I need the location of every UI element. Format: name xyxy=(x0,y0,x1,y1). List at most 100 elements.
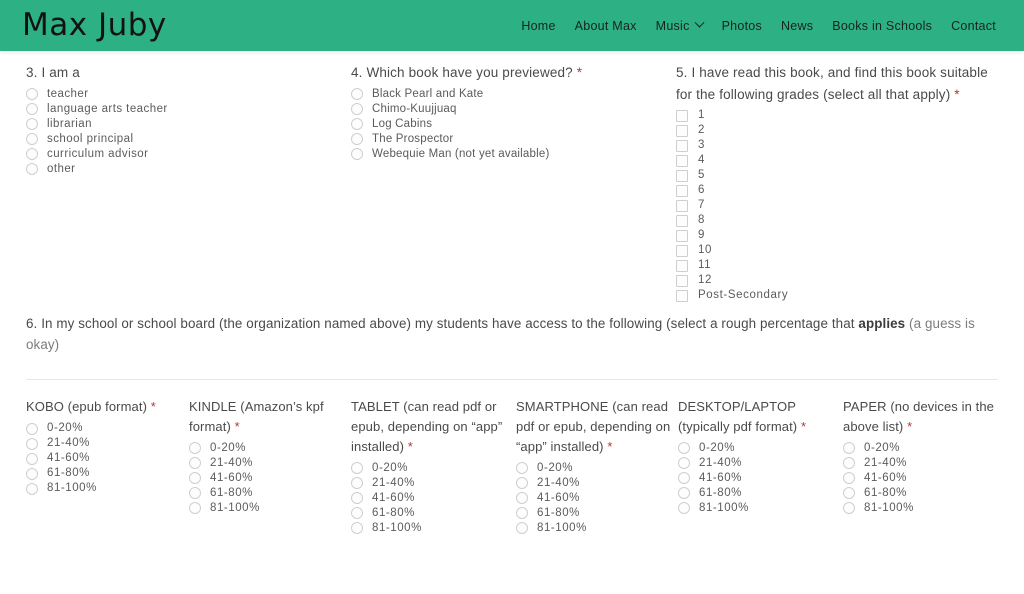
radio-option-curriculum-advisor[interactable]: curriculum advisor xyxy=(26,147,351,162)
radio-icon[interactable] xyxy=(26,467,38,480)
radio-option-kindle-81-100[interactable]: 81-100% xyxy=(189,501,351,516)
checkbox-option-post-secondary[interactable]: Post-Secondary xyxy=(676,289,1006,304)
radio-option-smartphone-81-100[interactable]: 81-100% xyxy=(516,521,678,536)
radio-option-kindle-0-20[interactable]: 0-20% xyxy=(189,441,351,456)
radio-option-paper-81-100[interactable]: 81-100% xyxy=(843,501,1006,516)
checkbox-option-grade-10[interactable]: 10 xyxy=(676,244,1006,259)
radio-icon[interactable] xyxy=(351,88,363,101)
radio-icon[interactable] xyxy=(351,462,363,475)
radio-option-log-cabins[interactable]: Log Cabins xyxy=(351,117,676,132)
checkbox-icon[interactable] xyxy=(676,290,688,303)
radio-icon[interactable] xyxy=(351,522,363,535)
checkbox-option-grade-11[interactable]: 11 xyxy=(676,259,1006,274)
radio-icon[interactable] xyxy=(351,507,363,520)
radio-option-chimo-kuujjuaq[interactable]: Chimo-Kuujjuaq xyxy=(351,102,676,117)
checkbox-icon[interactable] xyxy=(676,245,688,258)
radio-option-smartphone-0-20[interactable]: 0-20% xyxy=(516,461,678,476)
radio-icon[interactable] xyxy=(351,477,363,490)
radio-icon[interactable] xyxy=(26,163,38,176)
radio-icon[interactable] xyxy=(26,452,38,465)
nav-item-news[interactable]: News xyxy=(781,19,813,33)
checkbox-option-grade-7[interactable]: 7 xyxy=(676,199,1006,214)
radio-option-tablet-0-20[interactable]: 0-20% xyxy=(351,461,516,476)
radio-icon[interactable] xyxy=(678,472,690,485)
radio-option-paper-41-60[interactable]: 41-60% xyxy=(843,471,1006,486)
radio-icon[interactable] xyxy=(26,88,38,101)
radio-icon[interactable] xyxy=(189,487,201,500)
radio-option-webequie-man[interactable]: Webequie Man (not yet available) xyxy=(351,147,676,162)
nav-item-music[interactable]: Music xyxy=(656,17,705,33)
radio-icon[interactable] xyxy=(26,118,38,131)
radio-icon[interactable] xyxy=(26,148,38,161)
radio-option-desktop-21-40[interactable]: 21-40% xyxy=(678,456,843,471)
radio-icon[interactable] xyxy=(351,492,363,505)
radio-icon[interactable] xyxy=(516,492,528,505)
radio-option-kobo-81-100[interactable]: 81-100% xyxy=(26,481,189,496)
radio-icon[interactable] xyxy=(678,487,690,500)
radio-option-kindle-21-40[interactable]: 21-40% xyxy=(189,456,351,471)
radio-icon[interactable] xyxy=(678,442,690,455)
checkbox-option-grade-3[interactable]: 3 xyxy=(676,139,1006,154)
radio-option-smartphone-41-60[interactable]: 41-60% xyxy=(516,491,678,506)
checkbox-option-grade-9[interactable]: 9 xyxy=(676,229,1006,244)
radio-icon[interactable] xyxy=(678,502,690,515)
radio-option-kobo-41-60[interactable]: 41-60% xyxy=(26,451,189,466)
radio-icon[interactable] xyxy=(189,502,201,515)
radio-icon[interactable] xyxy=(843,472,855,485)
radio-option-school-principal[interactable]: school principal xyxy=(26,132,351,147)
radio-option-desktop-41-60[interactable]: 41-60% xyxy=(678,471,843,486)
radio-option-desktop-61-80[interactable]: 61-80% xyxy=(678,486,843,501)
radio-option-paper-0-20[interactable]: 0-20% xyxy=(843,441,1006,456)
radio-option-language-arts-teacher[interactable]: language arts teacher xyxy=(26,102,351,117)
radio-icon[interactable] xyxy=(843,457,855,470)
radio-option-librarian[interactable]: librarian xyxy=(26,117,351,132)
checkbox-icon[interactable] xyxy=(676,200,688,213)
checkbox-option-grade-8[interactable]: 8 xyxy=(676,214,1006,229)
radio-option-kindle-61-80[interactable]: 61-80% xyxy=(189,486,351,501)
radio-icon[interactable] xyxy=(843,442,855,455)
radio-icon[interactable] xyxy=(189,472,201,485)
radio-option-kobo-61-80[interactable]: 61-80% xyxy=(26,466,189,481)
radio-option-desktop-0-20[interactable]: 0-20% xyxy=(678,441,843,456)
checkbox-icon[interactable] xyxy=(676,125,688,138)
radio-icon[interactable] xyxy=(843,502,855,515)
radio-icon[interactable] xyxy=(26,422,38,435)
radio-option-other[interactable]: other xyxy=(26,162,351,177)
nav-item-about-max[interactable]: About Max xyxy=(575,19,637,33)
radio-option-paper-61-80[interactable]: 61-80% xyxy=(843,486,1006,501)
checkbox-icon[interactable] xyxy=(676,110,688,123)
checkbox-option-grade-12[interactable]: 12 xyxy=(676,274,1006,289)
checkbox-icon[interactable] xyxy=(676,155,688,168)
checkbox-icon[interactable] xyxy=(676,215,688,228)
radio-icon[interactable] xyxy=(516,522,528,535)
radio-option-smartphone-61-80[interactable]: 61-80% xyxy=(516,506,678,521)
radio-icon[interactable] xyxy=(516,507,528,520)
radio-option-the-prospector[interactable]: The Prospector xyxy=(351,132,676,147)
radio-option-tablet-81-100[interactable]: 81-100% xyxy=(351,521,516,536)
radio-icon[interactable] xyxy=(351,133,363,146)
checkbox-option-grade-2[interactable]: 2 xyxy=(676,124,1006,139)
radio-option-kobo-21-40[interactable]: 21-40% xyxy=(26,436,189,451)
radio-option-kindle-41-60[interactable]: 41-60% xyxy=(189,471,351,486)
radio-icon[interactable] xyxy=(351,148,363,161)
checkbox-option-grade-5[interactable]: 5 xyxy=(676,169,1006,184)
radio-option-tablet-61-80[interactable]: 61-80% xyxy=(351,506,516,521)
radio-icon[interactable] xyxy=(516,462,528,475)
radio-option-kobo-0-20[interactable]: 0-20% xyxy=(26,421,189,436)
nav-item-books-in-schools[interactable]: Books in Schools xyxy=(832,19,932,33)
checkbox-option-grade-1[interactable]: 1 xyxy=(676,109,1006,124)
radio-option-desktop-81-100[interactable]: 81-100% xyxy=(678,501,843,516)
radio-icon[interactable] xyxy=(26,437,38,450)
checkbox-icon[interactable] xyxy=(676,185,688,198)
radio-option-tablet-41-60[interactable]: 41-60% xyxy=(351,491,516,506)
checkbox-icon[interactable] xyxy=(676,260,688,273)
site-logo[interactable]: Max Juby xyxy=(22,10,167,41)
checkbox-icon[interactable] xyxy=(676,275,688,288)
radio-option-black-pearl-and-kate[interactable]: Black Pearl and Kate xyxy=(351,87,676,102)
radio-icon[interactable] xyxy=(351,103,363,116)
nav-item-home[interactable]: Home xyxy=(521,19,555,33)
radio-icon[interactable] xyxy=(189,442,201,455)
radio-icon[interactable] xyxy=(843,487,855,500)
radio-option-tablet-21-40[interactable]: 21-40% xyxy=(351,476,516,491)
checkbox-option-grade-6[interactable]: 6 xyxy=(676,184,1006,199)
